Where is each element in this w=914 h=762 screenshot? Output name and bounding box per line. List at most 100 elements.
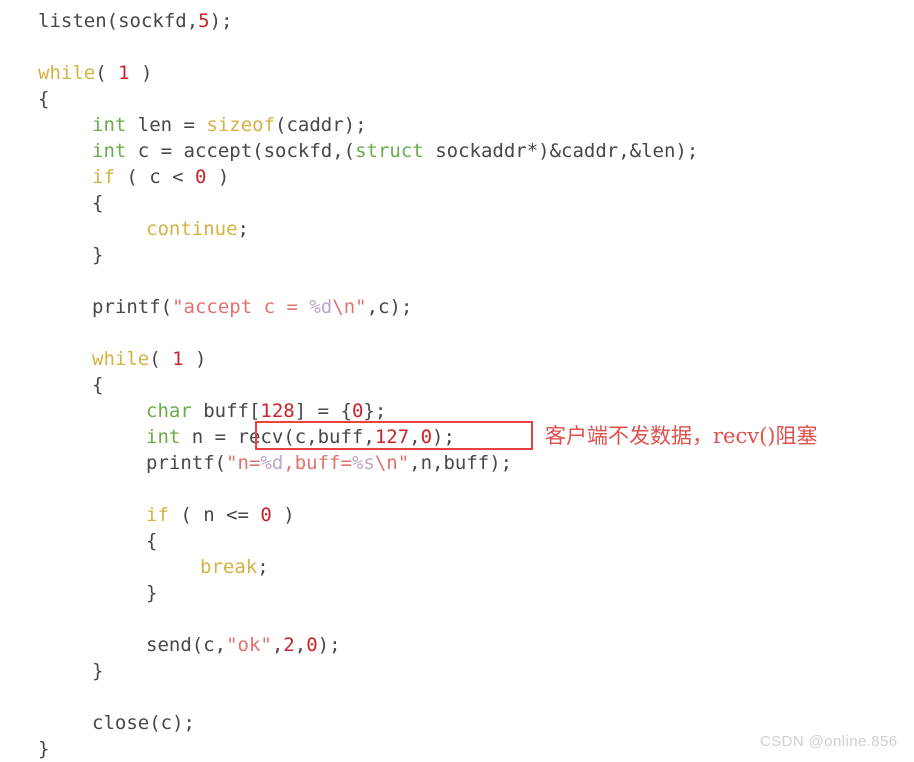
code-token: continue — [146, 218, 238, 240]
line-printf-n-buff: printf("n=%d,buff=%s\n",n,buff); — [0, 450, 512, 476]
code-token: int — [92, 114, 127, 136]
line-send: send(c,"ok",2,0); — [0, 632, 341, 658]
code-token: , — [294, 634, 307, 656]
code-token: ,c); — [366, 296, 413, 318]
line-blank-4 — [0, 476, 157, 502]
code-token: close(c); — [92, 712, 195, 734]
code-token: buff[ — [191, 400, 261, 422]
code-token: %s — [351, 452, 375, 474]
code-token: listen(sockfd, — [38, 10, 199, 32]
code-token: , — [409, 426, 421, 448]
code-token: 0 — [306, 634, 318, 656]
line-brace-close-outer: } — [0, 736, 49, 762]
code-token: } — [38, 738, 50, 760]
code-token: printf( — [146, 452, 227, 474]
code-token: 127 — [374, 426, 410, 448]
code-token: recv(c,buff, — [237, 426, 375, 448]
code-token: 0 — [260, 504, 272, 526]
code-token: %d — [260, 452, 284, 474]
code-token: c = accept(sockfd,( — [126, 140, 356, 162]
code-token: { — [38, 88, 50, 110]
code-token: "n= — [226, 452, 261, 474]
line-blank-3 — [0, 320, 103, 346]
code-token: , — [271, 634, 284, 656]
code-token: 0 — [420, 426, 433, 448]
code-token: while — [38, 62, 96, 84]
code-token: (caddr); — [275, 114, 367, 136]
code-token: if — [146, 504, 169, 526]
line-while-inner: while( 1 ) — [0, 346, 206, 372]
code-token: int — [92, 140, 127, 162]
code-token: ) — [129, 62, 153, 84]
code-token: ); — [317, 634, 341, 656]
line-listen: listen(sockfd,5); — [0, 8, 233, 34]
code-token: ( c < — [114, 166, 195, 188]
code-token: ] = { — [294, 400, 352, 422]
line-brace-open-if2: { — [0, 528, 157, 554]
code-token: int — [146, 426, 181, 448]
code-token: ( — [95, 62, 119, 84]
code-token: { — [92, 374, 104, 396]
code-token: ; — [237, 218, 249, 240]
code-token: 1 — [172, 348, 184, 370]
line-blank-5 — [0, 606, 157, 632]
code-token: "accept c = — [172, 296, 310, 318]
code-token: sizeof — [206, 114, 276, 136]
code-token: ) — [206, 166, 230, 188]
code-token: { — [92, 192, 104, 214]
line-int-len: int len = sizeof(caddr); — [0, 112, 367, 138]
code-token: ( — [149, 348, 173, 370]
line-if-n-le-0: if ( n <= 0 ) — [0, 502, 295, 528]
code-token: printf( — [92, 296, 173, 318]
code-token: ,buff= — [283, 452, 352, 474]
code-token: %d — [309, 296, 333, 318]
line-continue: continue; — [0, 216, 249, 242]
line-blank-1 — [0, 34, 49, 60]
code-token: sockaddr*)&caddr,&len); — [423, 140, 699, 162]
code-token: ( n <= — [168, 504, 261, 526]
code-token: n = — [180, 426, 238, 448]
line-int-c-accept: int c = accept(sockfd,(struct sockaddr*)… — [0, 138, 698, 164]
code-token: ) — [271, 504, 295, 526]
line-break: break; — [0, 554, 269, 580]
code-token: 1 — [118, 62, 130, 84]
csdn-watermark: CSDN @online.856 — [760, 733, 898, 750]
code-token: { — [146, 530, 158, 552]
code-token: 0 — [194, 166, 207, 188]
line-printf-accept: printf("accept c = %d\n",c); — [0, 294, 412, 320]
code-token: len = — [126, 114, 207, 136]
code-token: } — [146, 582, 158, 604]
code-token: 2 — [283, 634, 295, 656]
code-token: 5 — [198, 10, 210, 32]
code-token: if — [92, 166, 115, 188]
line-brace-open-outer: { — [0, 86, 49, 112]
line-while-outer: while( 1 ) — [0, 60, 152, 86]
code-token: \n" — [374, 452, 410, 474]
line-int-n-recv: int n = recv(c,buff,127,0); — [0, 424, 455, 450]
code-token: ); — [209, 10, 233, 32]
line-brace-close-inner: } — [0, 658, 103, 684]
code-token: ); — [432, 426, 455, 448]
code-token: 128 — [260, 400, 295, 422]
line-close-c: close(c); — [0, 710, 195, 736]
code-token: ; — [257, 556, 269, 578]
code-token: send(c, — [146, 634, 227, 656]
code-token: struct — [355, 140, 424, 162]
code-token: } — [92, 660, 104, 682]
line-char-buff: char buff[128] = {0}; — [0, 398, 386, 424]
line-if-c-lt-0: if ( c < 0 ) — [0, 164, 229, 190]
code-token: char — [146, 400, 192, 422]
line-brace-close-if2: } — [0, 580, 157, 606]
line-blank-6 — [0, 684, 103, 710]
code-token: \n" — [332, 296, 367, 318]
code-token: ,n,buff); — [409, 452, 513, 474]
code-token: ) — [183, 348, 207, 370]
code-token: "ok" — [226, 634, 272, 656]
code-token: while — [92, 348, 150, 370]
line-brace-open-if: { — [0, 190, 103, 216]
code-token: } — [92, 244, 104, 266]
line-brace-open-inner: { — [0, 372, 103, 398]
chinese-annotation-text: 客户端不发数据，recv()阻塞 — [545, 424, 818, 448]
code-token: }; — [363, 400, 387, 422]
code-canvas: listen(sockfd,5); while( 1 ){int len = s… — [0, 0, 914, 762]
